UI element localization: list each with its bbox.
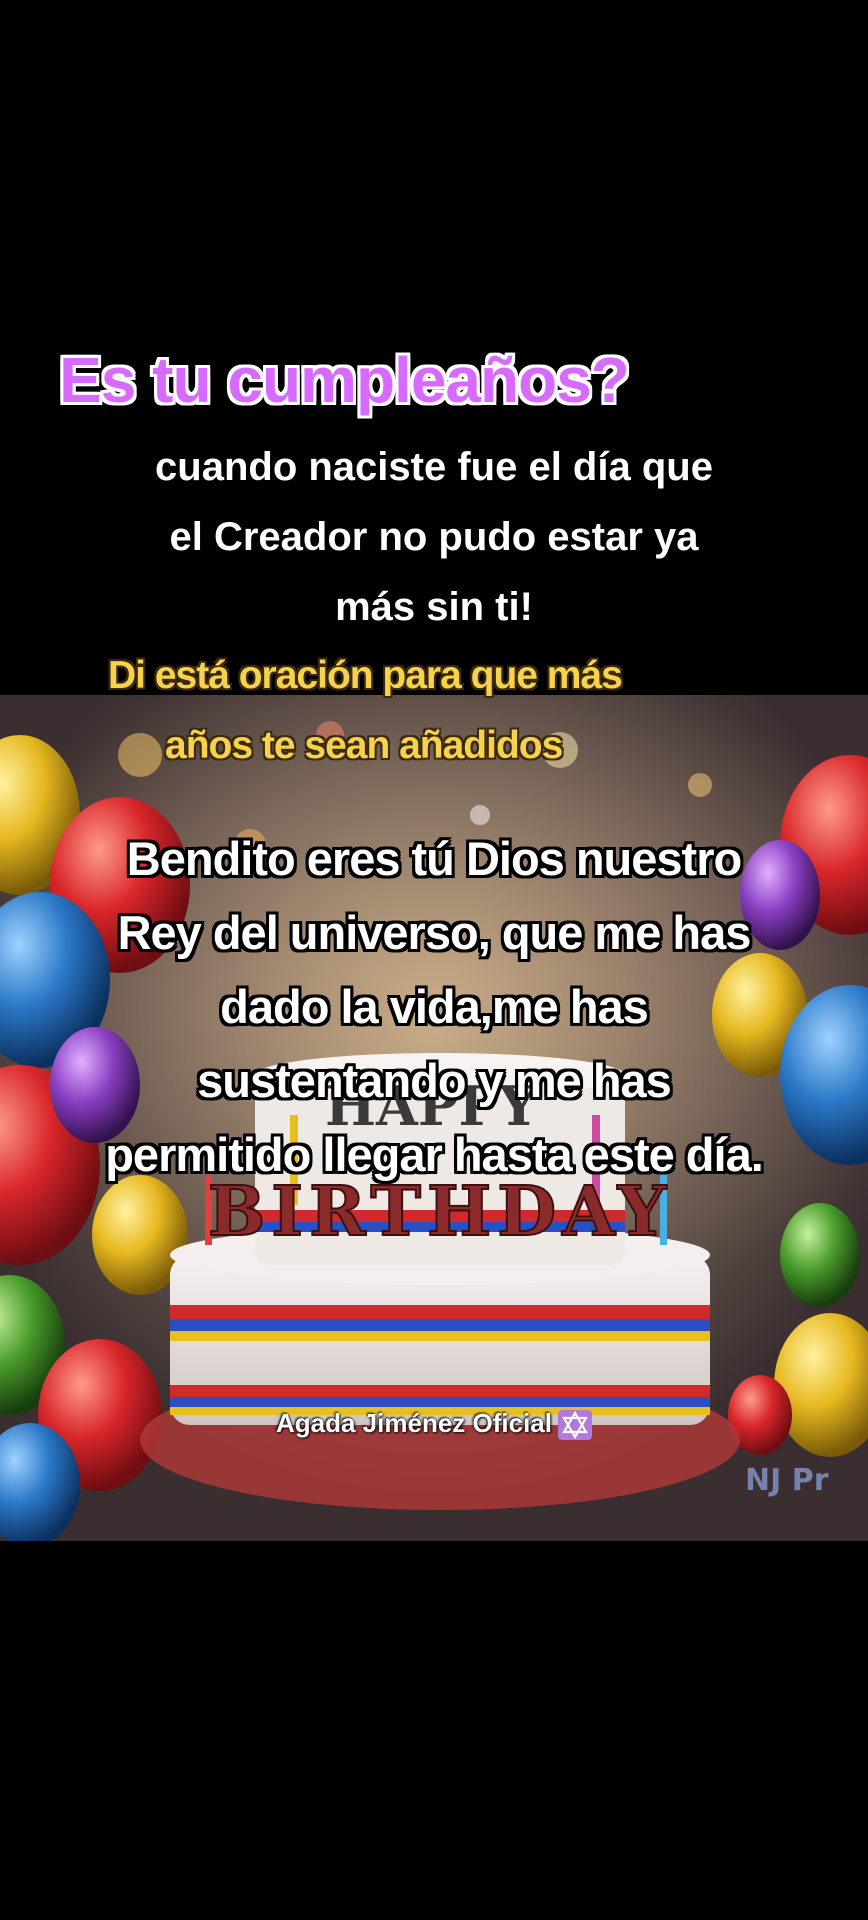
star-of-david-icon [557, 1410, 592, 1441]
prayer-line: Bendito eres tú Dios nuestro [126, 832, 742, 885]
watermark-label: Agada Jiménez Oficial [276, 1408, 552, 1438]
intro-line: cuando naciste fue el día que [155, 445, 713, 489]
video-frame: HAPPY BIRTHDAY NJ Pr Es tu cumpleaños? c… [0, 0, 868, 1920]
corner-logo-mark: NJ Pr [745, 1463, 829, 1498]
prayer-line: permitido llegar hasta este día. [105, 1128, 764, 1181]
prompt-line: años te sean añadidos [165, 724, 563, 767]
prayer-line: sustentando y me has [197, 1054, 672, 1107]
intro-line: más sin ti! [335, 585, 533, 629]
prayer-text: Bendito eres tú Dios nuestro Rey del uni… [0, 822, 868, 1192]
intro-line: el Creador no pudo estar ya [169, 515, 699, 559]
page-heading: Es tu cumpleaños? [59, 344, 630, 416]
prompt-line: Di está oración para que más [108, 654, 623, 697]
prayer-line: dado la vida,me has [220, 980, 649, 1033]
creator-watermark: Agada Jiménez Oficial [0, 1408, 868, 1441]
prayer-line: Rey del universo, que me has [117, 906, 752, 959]
intro-text: cuando naciste fue el día que el Creador… [0, 432, 868, 642]
